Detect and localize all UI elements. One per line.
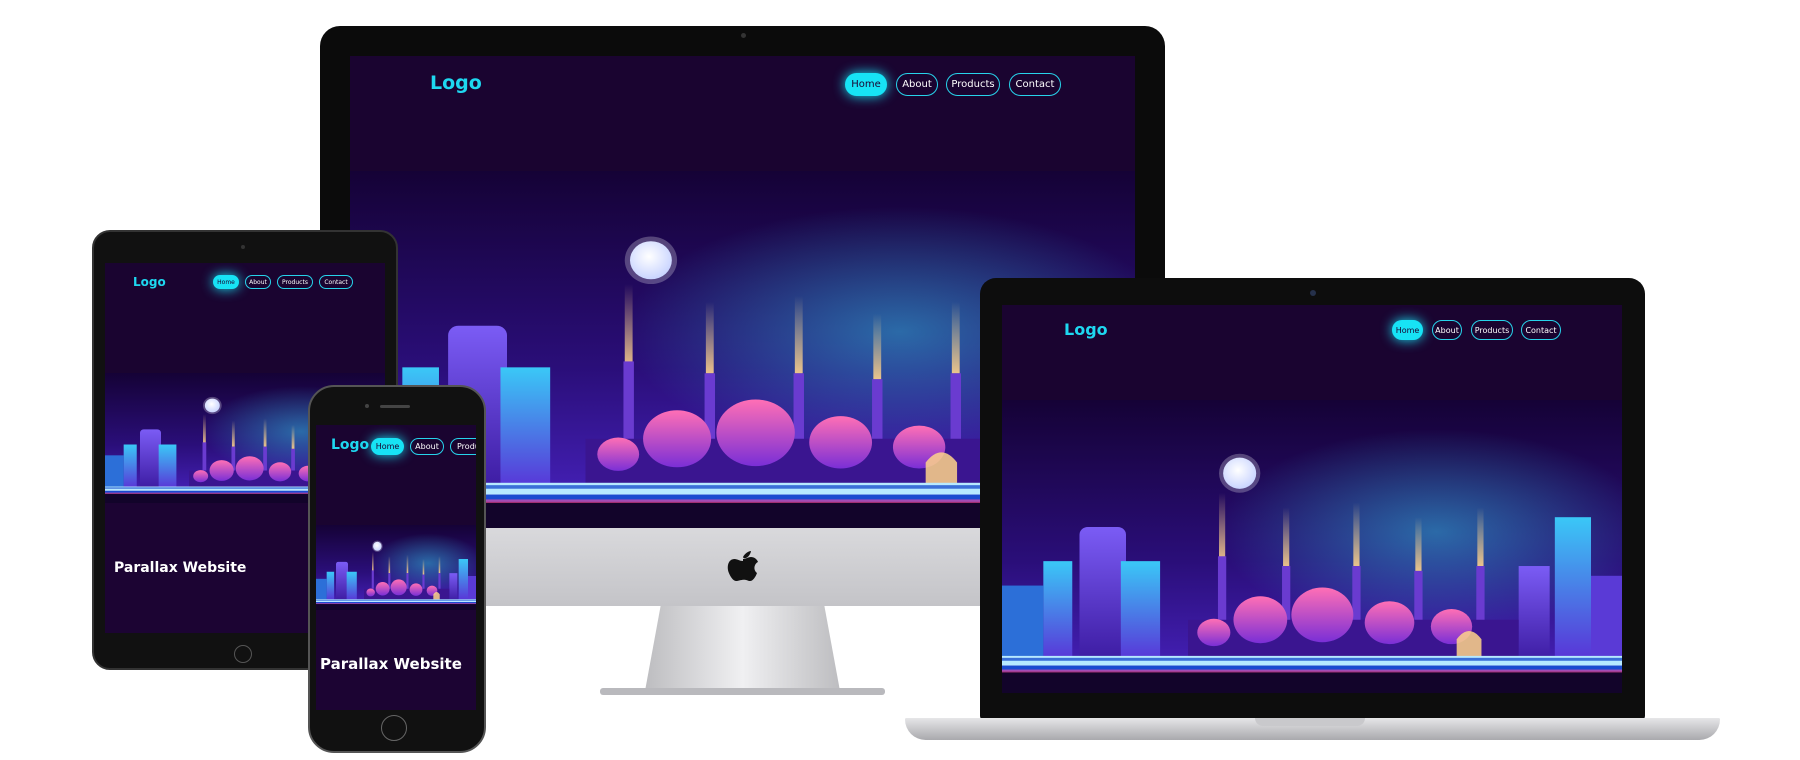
- tablet-home-button[interactable]: [234, 645, 252, 663]
- monitor-base: [600, 688, 885, 695]
- nav-about[interactable]: About: [410, 438, 444, 455]
- tablet-camera: [241, 245, 245, 249]
- nav-about[interactable]: About: [245, 275, 271, 289]
- nav-home[interactable]: Home: [371, 438, 404, 455]
- phone-home-button[interactable]: [381, 715, 407, 741]
- nav-contact[interactable]: Contact: [1521, 320, 1561, 340]
- laptop-camera: [1310, 290, 1316, 296]
- site-logo[interactable]: Logo: [430, 72, 482, 94]
- apple-logo-icon: [725, 545, 761, 587]
- nav-home[interactable]: Home: [213, 275, 239, 289]
- nav-contact[interactable]: Contact: [319, 275, 353, 289]
- nav-about[interactable]: About: [1432, 320, 1462, 340]
- site-logo[interactable]: Logo: [133, 275, 166, 289]
- nav-products[interactable]: Products: [1471, 320, 1513, 340]
- hero-title: Parallax Website: [114, 560, 247, 576]
- hero-title: Parallax Website: [320, 655, 462, 673]
- phone-screen: Logo Home About Produ Parallax Website: [316, 425, 476, 710]
- monitor-camera: [741, 33, 746, 38]
- site-logo[interactable]: Logo: [331, 437, 369, 453]
- nav-products-truncated[interactable]: Produ: [450, 438, 476, 455]
- site-logo[interactable]: Logo: [1064, 320, 1108, 339]
- phone-speaker: [380, 405, 410, 408]
- nav-products[interactable]: Products: [277, 275, 313, 289]
- laptop-notch: [1255, 718, 1365, 726]
- nav-home[interactable]: Home: [1392, 320, 1423, 340]
- hero-city-illustration: [1002, 400, 1622, 693]
- nav-products[interactable]: Products: [946, 73, 1000, 96]
- monitor-stand: [645, 606, 840, 691]
- hero-city-illustration: [316, 525, 476, 610]
- nav-contact[interactable]: Contact: [1009, 73, 1061, 96]
- laptop-screen: Logo Home About Products Contact: [1002, 305, 1622, 693]
- phone-camera: [365, 404, 369, 408]
- nav-about[interactable]: About: [896, 73, 938, 96]
- nav-home[interactable]: Home: [845, 73, 887, 96]
